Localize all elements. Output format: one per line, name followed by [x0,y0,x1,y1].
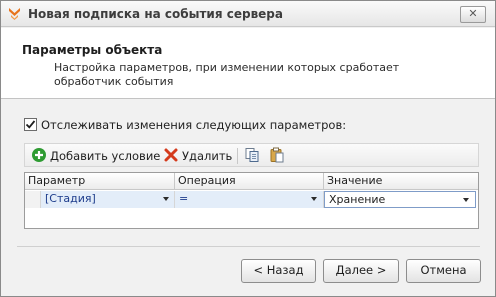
next-button[interactable]: Далее > [323,259,399,283]
page-description: Настройка параметров, при изменении кото… [54,61,400,88]
value-cell[interactable]: Хранение [324,191,476,208]
value-value: Хранение [329,193,386,206]
page-title: Параметры объекта [22,43,163,57]
parameter-value: [Стадия] [45,192,96,205]
copy-icon [245,148,259,162]
close-icon: ✕ [468,7,478,20]
delete-button[interactable]: Удалить [163,147,233,165]
row-indicator [25,191,41,208]
chevron-down-icon[interactable] [163,197,169,201]
chevron-down-icon[interactable] [311,197,317,201]
chevron-down-icon[interactable] [463,198,469,202]
dialog-window: Новая подписка на события сервера ✕ Пара… [0,0,496,297]
copy-button[interactable] [244,147,262,165]
checkmark-icon [25,120,36,129]
add-condition-button[interactable]: Добавить условие [31,147,160,165]
back-button[interactable]: < Назад [241,259,316,283]
delete-label: Удалить [182,149,233,163]
wizard-header: Параметры объекта Настройка параметров, … [1,28,495,99]
tracking-label: Отслеживать изменения следующих параметр… [41,118,347,132]
cancel-button[interactable]: Отмена [406,259,481,283]
title-bar: Новая подписка на события сервера ✕ [1,1,495,27]
paste-icon [270,147,284,163]
window-title: Новая подписка на события сервера [28,7,283,21]
add-condition-label: Добавить условие [50,149,161,163]
grid-header: Параметр Операция Значение [25,173,478,190]
column-header-operation[interactable]: Операция [175,173,324,190]
tracking-checkbox[interactable] [24,118,37,131]
table-row[interactable]: [Стадия] = Хранение [25,191,478,208]
app-icon [9,8,20,20]
paste-button[interactable] [269,147,287,165]
operation-cell[interactable]: = [175,191,324,208]
column-header-parameter[interactable]: Параметр [25,173,175,190]
conditions-grid: Параметр Операция Значение [Стадия] = Хр… [24,172,479,229]
parameter-cell[interactable]: [Стадия] [41,191,175,208]
footer-divider [17,246,480,247]
add-icon [32,148,46,162]
operation-value: = [179,192,189,205]
delete-icon [164,148,178,162]
conditions-toolbar: Добавить условие Удалить [24,143,479,167]
toolbar-separator [237,148,238,164]
column-header-value[interactable]: Значение [324,173,478,190]
close-button[interactable]: ✕ [460,6,486,23]
